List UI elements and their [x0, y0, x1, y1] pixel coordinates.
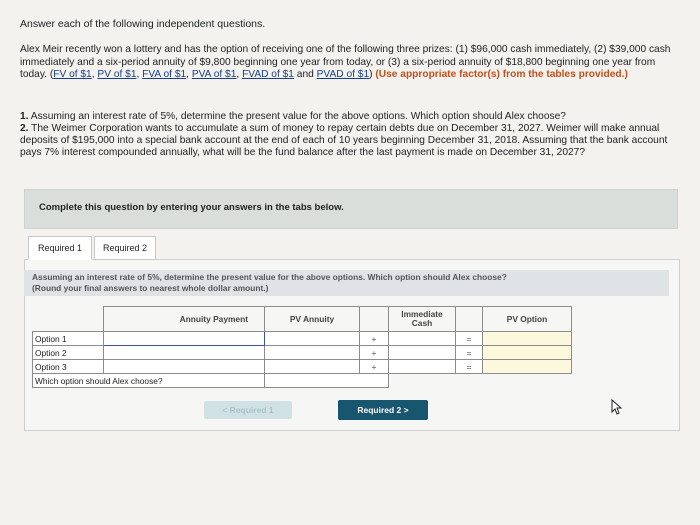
equals-sign: =	[455, 331, 483, 346]
choose-option-select[interactable]	[264, 373, 389, 388]
header-pv-annuity: PV Annuity	[264, 306, 360, 332]
question-1: 1. Assuming an interest rate of 5%, dete…	[20, 111, 680, 123]
plus-sign: +	[359, 331, 389, 346]
tab-required-2[interactable]: Required 2	[94, 236, 156, 260]
header-immediate-cash: Immediate Cash	[388, 306, 456, 332]
question-number: 1.	[20, 111, 29, 122]
annuity-payment-input[interactable]	[103, 345, 265, 360]
question-2: 2. The Weimer Corporation wants to accum…	[20, 123, 680, 159]
pv-annuity-input[interactable]	[264, 331, 360, 346]
tab-required-1[interactable]: Required 1	[28, 236, 92, 260]
table-header-row: Annuity Payment PV Annuity Immediate Cas…	[32, 306, 572, 332]
header-op-spacer	[359, 306, 389, 332]
next-button[interactable]: Required 2 >	[338, 400, 428, 420]
pv-annuity-input[interactable]	[264, 345, 360, 360]
choose-row-spacer	[388, 373, 572, 388]
instruction-line-2: (Round your final answers to nearest who…	[32, 283, 269, 293]
pv-option-output	[482, 359, 572, 374]
link-fvad-of-1[interactable]: FVAD of $1	[242, 69, 294, 80]
table-row: Option 2 + =	[32, 345, 572, 360]
header-pv-option: PV Option	[482, 306, 572, 332]
pv-option-output	[482, 331, 572, 346]
complete-prompt-box: Complete this question by entering your …	[24, 189, 678, 229]
equals-sign: =	[455, 345, 483, 360]
link-pv-of-1[interactable]: PV of $1	[97, 69, 136, 80]
row-label-option-2: Option 2	[32, 345, 104, 360]
instruction-line-1: Assuming an interest rate of 5%, determi…	[32, 272, 507, 282]
question-page: Answer each of the following independent…	[0, 0, 700, 525]
table-row: Which option should Alex choose?	[32, 373, 572, 388]
previous-button[interactable]: < Required 1	[204, 401, 292, 419]
question-number: 2.	[20, 123, 29, 134]
annuity-payment-input[interactable]	[103, 359, 265, 374]
immediate-cash-input[interactable]	[388, 359, 456, 374]
problem-intro: Alex Meir recently won a lottery and has…	[20, 44, 675, 82]
pointer-cursor-icon	[611, 399, 623, 415]
link-fv-of-1[interactable]: FV of $1	[53, 69, 92, 80]
pv-annuity-input[interactable]	[264, 359, 360, 374]
question-text: The Weimer Corporation wants to accumula…	[20, 123, 668, 158]
instruction-box: Assuming an interest rate of 5%, determi…	[24, 270, 669, 296]
choose-option-label: Which option should Alex choose?	[32, 373, 265, 388]
row-label-option-3: Option 3	[32, 359, 104, 374]
question-list: 1. Assuming an interest rate of 5%, dete…	[20, 111, 680, 159]
link-pva-of-1[interactable]: PVA of $1	[192, 69, 237, 80]
annuity-payment-input[interactable]	[103, 331, 265, 346]
complete-prompt: Complete this question by entering your …	[39, 202, 344, 213]
page-heading: Answer each of the following independent…	[20, 18, 266, 30]
row-label-option-1: Option 1	[32, 331, 104, 346]
separator: and	[293, 69, 317, 81]
equals-sign: =	[455, 359, 483, 374]
pv-option-output	[482, 345, 572, 360]
header-eq-spacer	[455, 306, 483, 332]
header-spacer	[32, 306, 104, 332]
plus-sign: +	[359, 359, 389, 374]
plus-sign: +	[359, 345, 389, 360]
separator: )	[369, 69, 373, 81]
immediate-cash-input[interactable]	[388, 345, 456, 360]
factor-instruction: (Use appropriate factor(s) from the tabl…	[375, 69, 628, 81]
question-text: Assuming an interest rate of 5%, determi…	[30, 111, 566, 122]
table-row: Option 3 + =	[32, 359, 572, 374]
immediate-cash-input[interactable]	[388, 331, 456, 346]
link-fva-of-1[interactable]: FVA of $1	[142, 69, 186, 80]
table-row: Option 1 + =	[32, 331, 572, 346]
link-pvad-of-1[interactable]: PVAD of $1	[317, 69, 369, 80]
header-annuity-payment: Annuity Payment	[103, 306, 265, 332]
answer-table: Annuity Payment PV Annuity Immediate Cas…	[32, 306, 572, 388]
